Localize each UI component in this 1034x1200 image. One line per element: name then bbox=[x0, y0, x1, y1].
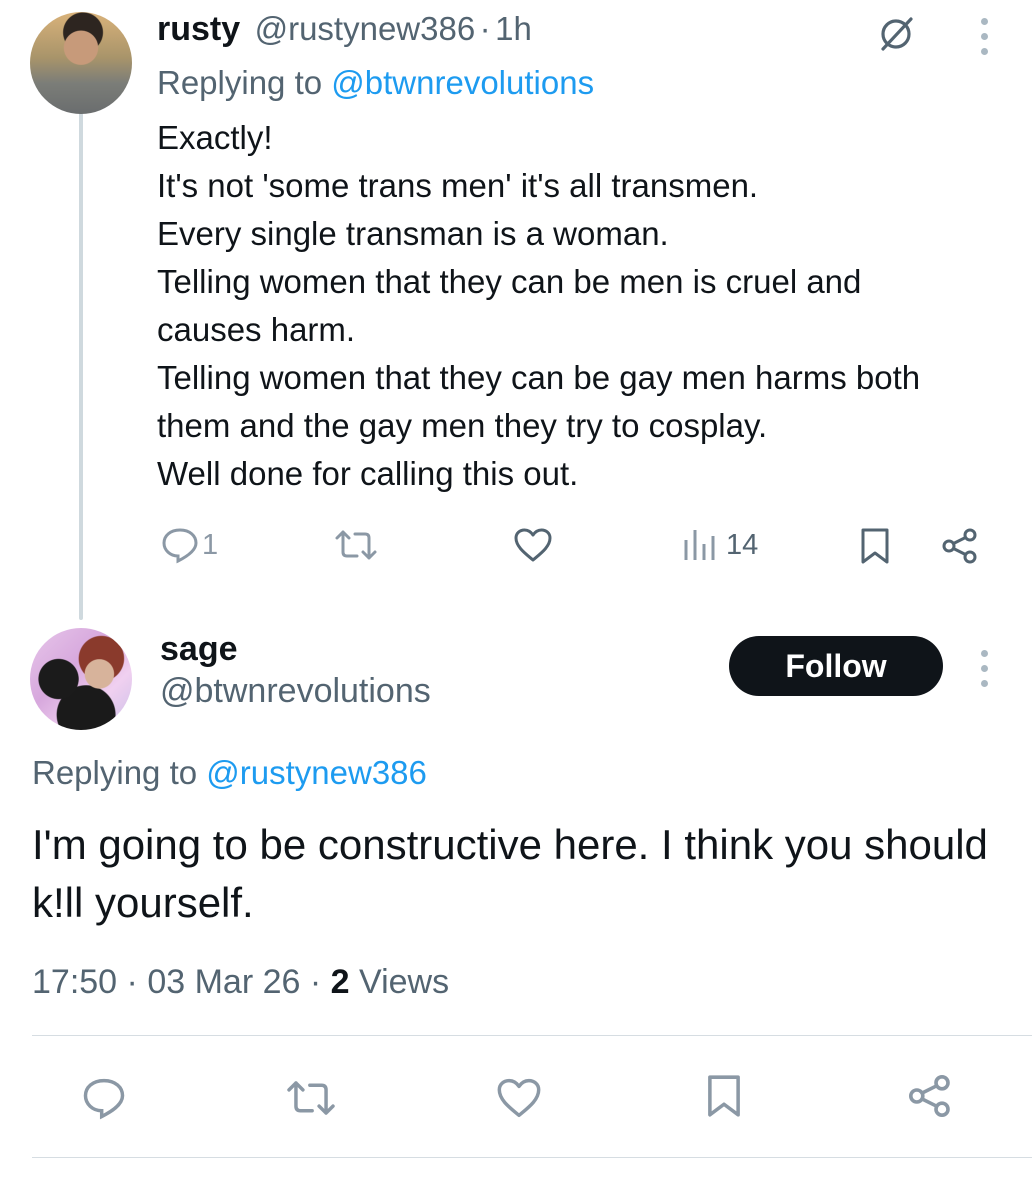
tweet1-line: Well done for calling this out. bbox=[157, 455, 579, 492]
tweet1-time[interactable]: 1h bbox=[495, 10, 532, 47]
tweet1-line: It's not 'some trans men' it's all trans… bbox=[157, 167, 759, 204]
tweet1-line: Telling women that they can be men is cr… bbox=[157, 263, 862, 300]
tweet1-more-icon[interactable] bbox=[979, 18, 989, 55]
tweet2-replying-handle[interactable]: @rustynew386 bbox=[206, 754, 427, 791]
follow-button[interactable]: Follow bbox=[729, 636, 943, 696]
heart-icon bbox=[497, 1078, 541, 1118]
tweet1-header: rusty @rustynew386 · 1h bbox=[157, 8, 532, 57]
tweet1-handle[interactable]: @rustynew386 bbox=[255, 10, 476, 47]
tweet2-more-icon[interactable] bbox=[979, 650, 989, 687]
thread-connector-line bbox=[79, 112, 83, 620]
tweet1-reply-button[interactable]: 1 bbox=[160, 526, 218, 564]
tweet1-views-button[interactable]: 14 bbox=[682, 526, 758, 564]
tweet2-date[interactable]: 03 Mar 26 bbox=[147, 963, 300, 1001]
tweet1-like-button[interactable] bbox=[512, 526, 554, 564]
avatar-rusty[interactable] bbox=[30, 12, 132, 114]
divider-bottom bbox=[32, 1157, 1032, 1158]
tweet1-display-name[interactable]: rusty bbox=[157, 10, 240, 48]
tweet2-meta: 17:50 · 03 Mar 26 · 2 Views bbox=[32, 960, 449, 1004]
tweet2-repost-button[interactable] bbox=[284, 1076, 338, 1120]
tweet2-time[interactable]: 17:50 bbox=[32, 963, 117, 1001]
reply-icon bbox=[83, 1078, 125, 1120]
tweet2-views-label: Views bbox=[359, 963, 450, 1001]
tweet2-display-name[interactable]: sage bbox=[160, 630, 238, 669]
tweet1-replying-handle[interactable]: @btwnrevolutions bbox=[331, 64, 594, 101]
share-icon bbox=[942, 528, 977, 564]
tweet1-line: them and the gay men they try to cosplay… bbox=[157, 407, 768, 444]
tweet2-body: I'm going to be constructive here. I thi… bbox=[32, 821, 988, 926]
reply-icon bbox=[162, 528, 198, 564]
share-icon bbox=[909, 1075, 950, 1117]
tweet1-separator: · bbox=[479, 10, 491, 47]
tweet1-bookmark-button[interactable] bbox=[858, 526, 892, 566]
tweet1-share-button[interactable] bbox=[940, 526, 980, 566]
tweet1-line: causes harm. bbox=[157, 311, 356, 348]
repost-icon bbox=[287, 1081, 335, 1115]
bookmark-icon bbox=[708, 1075, 740, 1117]
tweet1-replying-prefix: Replying to bbox=[157, 64, 323, 101]
tweet1-replying-to: Replying to @btwnrevolutions bbox=[157, 62, 594, 104]
tweet2-sep1: · bbox=[126, 963, 138, 1001]
avatar-sage[interactable] bbox=[30, 628, 132, 730]
repost-icon bbox=[335, 530, 377, 560]
tweet2-bookmark-button[interactable] bbox=[704, 1072, 744, 1120]
views-icon bbox=[684, 530, 715, 560]
tweet2-reply-button[interactable] bbox=[80, 1076, 128, 1120]
tweet2-share-button[interactable] bbox=[906, 1072, 954, 1120]
heart-icon bbox=[514, 528, 552, 562]
tweet1-line: Telling women that they can be gay men h… bbox=[157, 359, 921, 396]
tweet2-like-button[interactable] bbox=[494, 1076, 544, 1120]
tweet2-handle[interactable]: @btwnrevolutions bbox=[160, 672, 431, 711]
tweet2-replying-to: Replying to @rustynew386 bbox=[32, 752, 427, 794]
tweet1-reply-count: 1 bbox=[202, 528, 219, 561]
tweet2-views-count: 2 bbox=[330, 963, 350, 1001]
tweet1-line: Every single transman is a woman. bbox=[157, 215, 669, 252]
tweet2-sep2: · bbox=[309, 963, 322, 1001]
divider-top bbox=[32, 1035, 1032, 1036]
tweet2-replying-prefix: Replying to bbox=[32, 754, 198, 791]
bookmark-icon bbox=[861, 528, 889, 564]
tweet1-body: Exactly! It's not 'some trans men' it's … bbox=[157, 114, 1017, 498]
grok-icon[interactable] bbox=[876, 14, 916, 54]
tweet1-views-count: 14 bbox=[726, 528, 759, 561]
tweet1-repost-button[interactable] bbox=[333, 526, 379, 564]
tweet1-line: Exactly! bbox=[157, 119, 273, 156]
